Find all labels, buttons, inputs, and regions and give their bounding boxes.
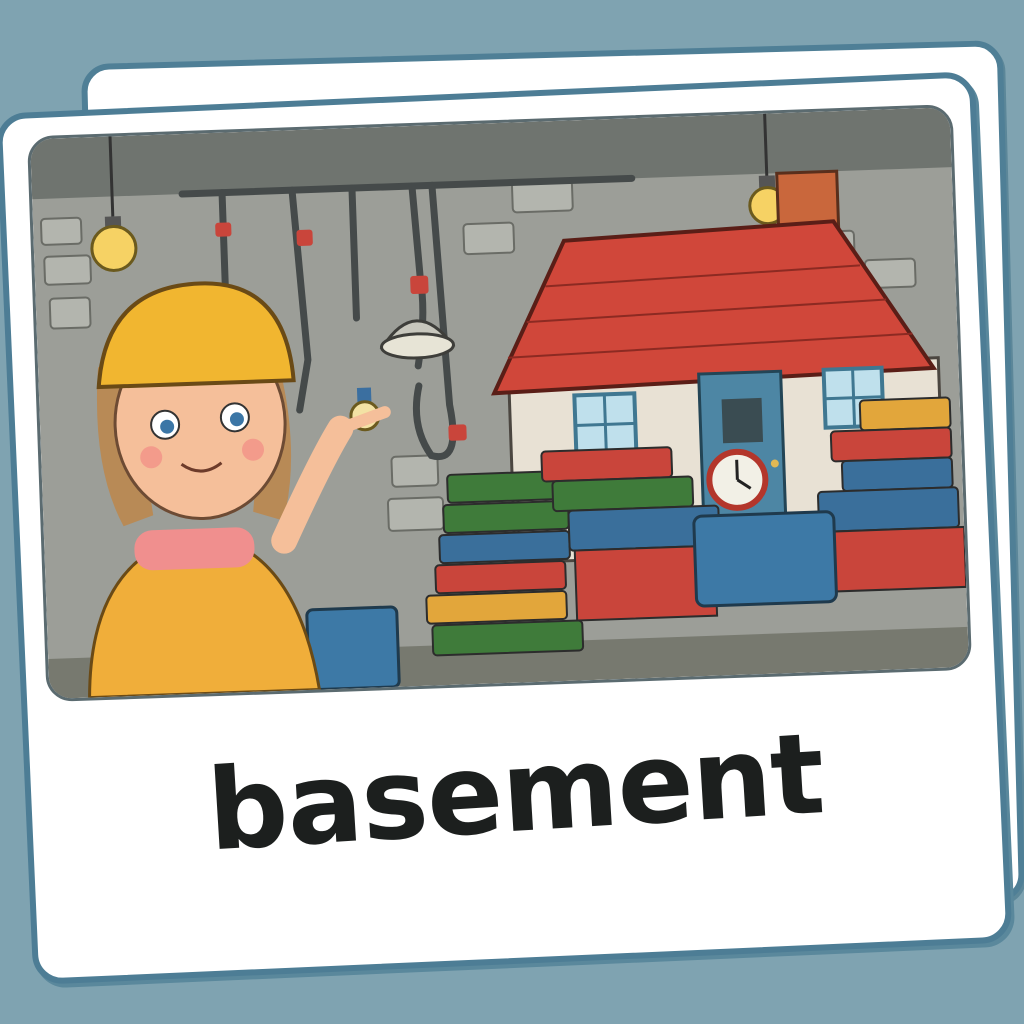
flashcard-word: basement <box>204 709 828 877</box>
alarm-clock-icon <box>706 448 769 511</box>
flashcard: basement <box>0 71 1013 985</box>
basement-illustration <box>26 104 973 703</box>
